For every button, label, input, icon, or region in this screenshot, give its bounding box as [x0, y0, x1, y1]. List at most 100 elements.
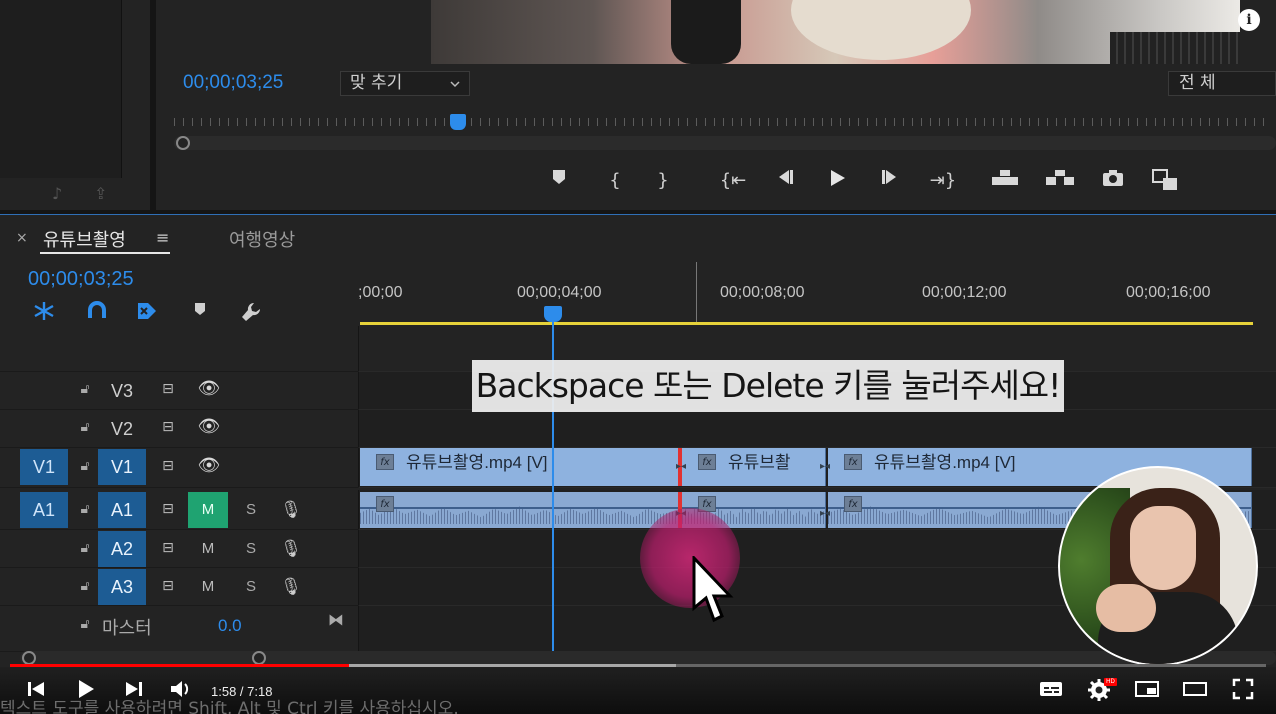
source-patch-a1[interactable]: A1 [20, 492, 68, 528]
lock-icon[interactable]: 🔓︎ [76, 616, 94, 632]
fit-select[interactable]: 맞 추기 [340, 71, 470, 96]
miniplayer-icon[interactable] [1132, 678, 1162, 706]
previous-icon[interactable] [21, 678, 51, 706]
track-target-a3[interactable]: A3 [98, 569, 146, 605]
microphone-icon[interactable]: 🎙︎ [278, 569, 304, 605]
video-clip[interactable]: fx 유튜브촬영.mp4 [V] [360, 448, 680, 486]
go-to-edit-icon[interactable]: ⧓ [328, 610, 344, 629]
lock-icon[interactable]: 🔓︎ [76, 419, 94, 435]
microphone-icon[interactable]: 🎙︎ [278, 492, 304, 528]
lift-icon[interactable] [990, 168, 1020, 194]
subtitles-icon[interactable] [1036, 678, 1066, 706]
mute-button-a1[interactable]: M [188, 492, 228, 528]
tab-sequence-youtube[interactable]: 유튜브촬영 [43, 226, 126, 252]
eye-icon[interactable]: 👁︎ [196, 416, 222, 437]
sync-lock-icon[interactable]: ⊟ [157, 540, 179, 556]
timeline-playhead[interactable] [544, 306, 562, 322]
wrench-icon[interactable] [238, 300, 264, 324]
program-video-frame [431, 0, 1240, 64]
sync-lock-icon[interactable]: ⊟ [157, 419, 179, 435]
program-ruler-mask [174, 126, 1270, 134]
sync-lock-icon[interactable]: ⊟ [157, 458, 179, 474]
eye-icon[interactable]: 👁︎ [196, 378, 222, 399]
fx-badge: fx [844, 454, 862, 470]
edit-point-icon[interactable]: ▸◂ [820, 461, 830, 472]
export-frame-icon[interactable] [1098, 168, 1128, 194]
solo-button-a3[interactable]: S [238, 569, 264, 605]
resolution-select[interactable]: 전 체 [1168, 71, 1276, 96]
presenter-camera-bubble [1058, 466, 1258, 666]
info-icon[interactable]: i [1238, 9, 1260, 31]
microphone-icon[interactable]: 🎙︎ [278, 531, 304, 567]
next-icon[interactable] [119, 678, 149, 706]
mark-in-icon[interactable]: { [600, 168, 630, 194]
track-lane-v2[interactable] [358, 410, 1276, 448]
lock-icon[interactable]: 🔓︎ [76, 381, 94, 397]
track-header-a3: 🔓︎ A3 ⊟ M S 🎙︎ [0, 568, 358, 606]
sync-lock-icon[interactable]: ⊟ [157, 381, 179, 397]
sync-lock-icon[interactable]: ⊟ [157, 501, 179, 517]
clip-label: 유튜브촬 [728, 453, 791, 472]
scroll-handle-right[interactable] [252, 651, 266, 665]
lock-icon[interactable]: 🔓︎ [76, 578, 94, 594]
hand-shape [1096, 584, 1156, 632]
lock-icon[interactable]: 🔓︎ [76, 501, 94, 517]
sync-lock-icon[interactable]: ⊟ [157, 578, 179, 594]
keyboard-shape [1110, 32, 1240, 64]
step-back-icon[interactable] [769, 168, 799, 194]
lock-icon[interactable]: 🔓︎ [76, 458, 94, 474]
tab-sequence-travel[interactable]: 여행영상 [229, 226, 295, 252]
work-area-bar[interactable] [360, 322, 1253, 325]
add-marker-icon[interactable] [187, 300, 213, 324]
tab-menu-icon[interactable]: ≡ [156, 228, 169, 247]
eye-icon[interactable]: 👁︎ [196, 455, 222, 476]
step-forward-icon[interactable] [876, 168, 906, 194]
track-target-v1[interactable]: V1 [98, 449, 146, 485]
theater-mode-icon[interactable] [1180, 678, 1210, 706]
source-patch-v1[interactable]: V1 [20, 449, 68, 485]
go-to-out-icon[interactable]: ⇥} [928, 168, 958, 194]
marker-icon[interactable] [544, 168, 574, 194]
comparison-view-icon[interactable] [1151, 168, 1181, 194]
lock-icon[interactable]: 🔓︎ [76, 540, 94, 556]
track-target-a1[interactable]: A1 [98, 492, 146, 528]
mark-out-icon[interactable]: } [648, 168, 678, 194]
go-to-in-icon[interactable]: {⇤ [718, 168, 748, 194]
solo-button-a2[interactable]: S [238, 531, 264, 567]
solo-button-a1[interactable]: S [238, 492, 264, 528]
volume-icon[interactable] [166, 678, 196, 706]
track-target-v3[interactable]: V3 [98, 373, 146, 409]
fullscreen-icon[interactable] [1228, 678, 1258, 706]
audio-clip[interactable]: fx [360, 492, 680, 528]
scroll-handle-left[interactable] [22, 651, 36, 665]
export-icon[interactable]: ⇪ [94, 184, 107, 203]
mute-button-a3[interactable]: M [188, 569, 228, 605]
edit-point-icon[interactable]: ▸◂ [676, 461, 686, 472]
program-timecode[interactable]: 00;00;03;25 [183, 72, 283, 94]
playback-time: 1:58 / 7:18 [211, 684, 273, 699]
extract-icon[interactable] [1044, 168, 1074, 194]
play-icon[interactable] [822, 168, 852, 194]
master-volume-value[interactable]: 0.0 [218, 616, 242, 636]
sequence-timecode[interactable]: 00;00;03;25 [28, 268, 134, 291]
hd-badge: HD [1104, 678, 1117, 686]
program-playhead[interactable] [450, 114, 466, 130]
track-target-a2[interactable]: A2 [98, 531, 146, 567]
program-scroll-handle[interactable] [176, 136, 190, 150]
nest-icon[interactable] [31, 300, 57, 324]
video-clip[interactable]: fx 유튜브촬 [682, 448, 826, 486]
close-icon[interactable]: × [16, 230, 28, 246]
track-target-v2[interactable]: V2 [98, 411, 146, 447]
active-tab-underline [40, 252, 170, 254]
audio-icon[interactable]: ♪ [52, 184, 62, 203]
edit-point-icon[interactable]: ▸◂ [820, 508, 830, 519]
mute-button-a2[interactable]: M [188, 531, 228, 567]
track-header-spacer [0, 326, 358, 372]
snap-magnet-icon[interactable] [84, 300, 110, 324]
track-header-v3: 🔓︎ V3 ⊟ 👁︎ [0, 372, 358, 410]
fx-badge: fx [376, 454, 394, 470]
program-zoom-scrollbar[interactable] [174, 136, 1276, 150]
track-header-master: 🔓︎ [0, 606, 358, 652]
linked-selection-icon[interactable] [134, 300, 160, 324]
play-icon[interactable] [71, 678, 101, 706]
